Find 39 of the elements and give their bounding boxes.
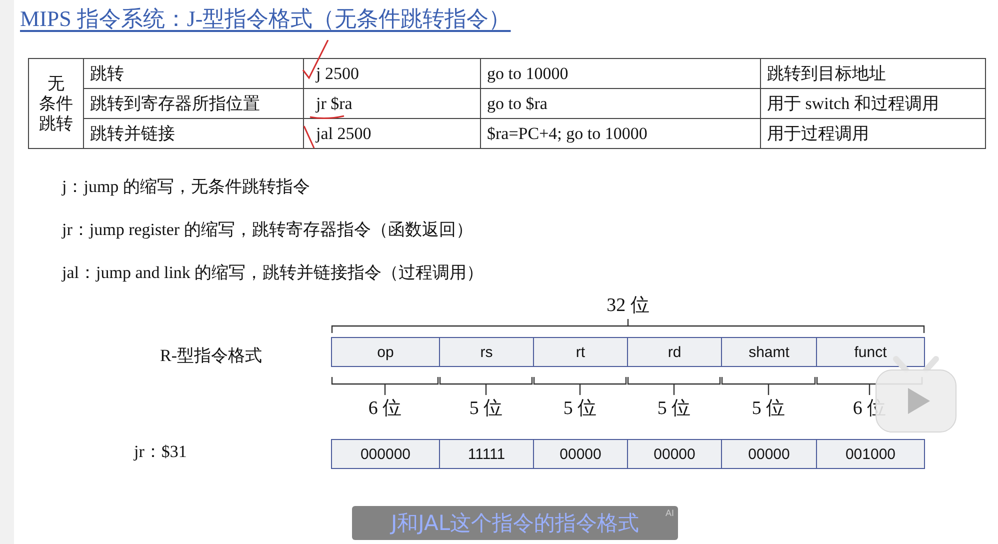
table-cell: go to 10000: [480, 58, 760, 88]
bit-width-label: 6 位: [368, 398, 402, 419]
field-cell: rs: [440, 338, 534, 366]
field-cell: 00000: [722, 440, 817, 468]
bit-total-label: 32 位: [606, 294, 650, 318]
field-cell: 000000: [332, 440, 440, 468]
bit-width-label: 5 位: [752, 398, 786, 419]
table-cell: $ra=PC+4; go to 10000: [480, 118, 760, 148]
field-cell: funct: [817, 338, 924, 366]
example-label: jr：$31: [134, 441, 187, 463]
field-cell: rt: [534, 338, 628, 366]
note-text: jr：jump register 的缩写，跳转寄存器指令（函数返回）: [62, 219, 474, 241]
bit-width-label: 5 位: [469, 398, 503, 419]
format-label: R-型指令格式: [160, 345, 262, 367]
table-cell: jr $ra: [304, 88, 480, 118]
field-cell: rd: [628, 338, 722, 366]
field-cell: shamt: [722, 338, 817, 366]
bit-width-label: 5 位: [563, 398, 597, 419]
table-cell: 用于过程调用: [760, 118, 986, 148]
note-text: j：jump 的缩写，无条件跳转指令: [62, 176, 311, 198]
table-cell: 跳转: [84, 58, 304, 88]
table-cell: go to $ra: [480, 88, 760, 118]
slide-title: MIPS 指令系统：J-型指令格式（无条件跳转指令）: [20, 5, 511, 33]
bit-width-label: 5 位: [657, 398, 691, 419]
field-cell: 00000: [534, 440, 628, 468]
table-cell: 用于 switch 和过程调用: [760, 88, 986, 118]
note-text: jal：jump and link 的缩写，跳转并链接指令（过程调用）: [62, 262, 485, 284]
field-cell: 00000: [628, 440, 722, 468]
ai-label: AI: [665, 508, 674, 518]
field-cell: op: [332, 338, 440, 366]
table-cell: 跳转到目标地址: [760, 58, 986, 88]
table-cell: jal 2500: [304, 118, 480, 148]
field-cell: 11111: [440, 440, 534, 468]
table-cell: 跳转并链接: [84, 118, 304, 148]
table-cell: 跳转到寄存器所指位置: [84, 88, 304, 118]
table-cell: 无 条件 跳转: [28, 58, 84, 148]
table-cell: j 2500: [304, 58, 480, 88]
subtitle-text: J和JAL这个指令的指令格式: [390, 510, 640, 537]
field-cell: 001000: [817, 440, 924, 468]
